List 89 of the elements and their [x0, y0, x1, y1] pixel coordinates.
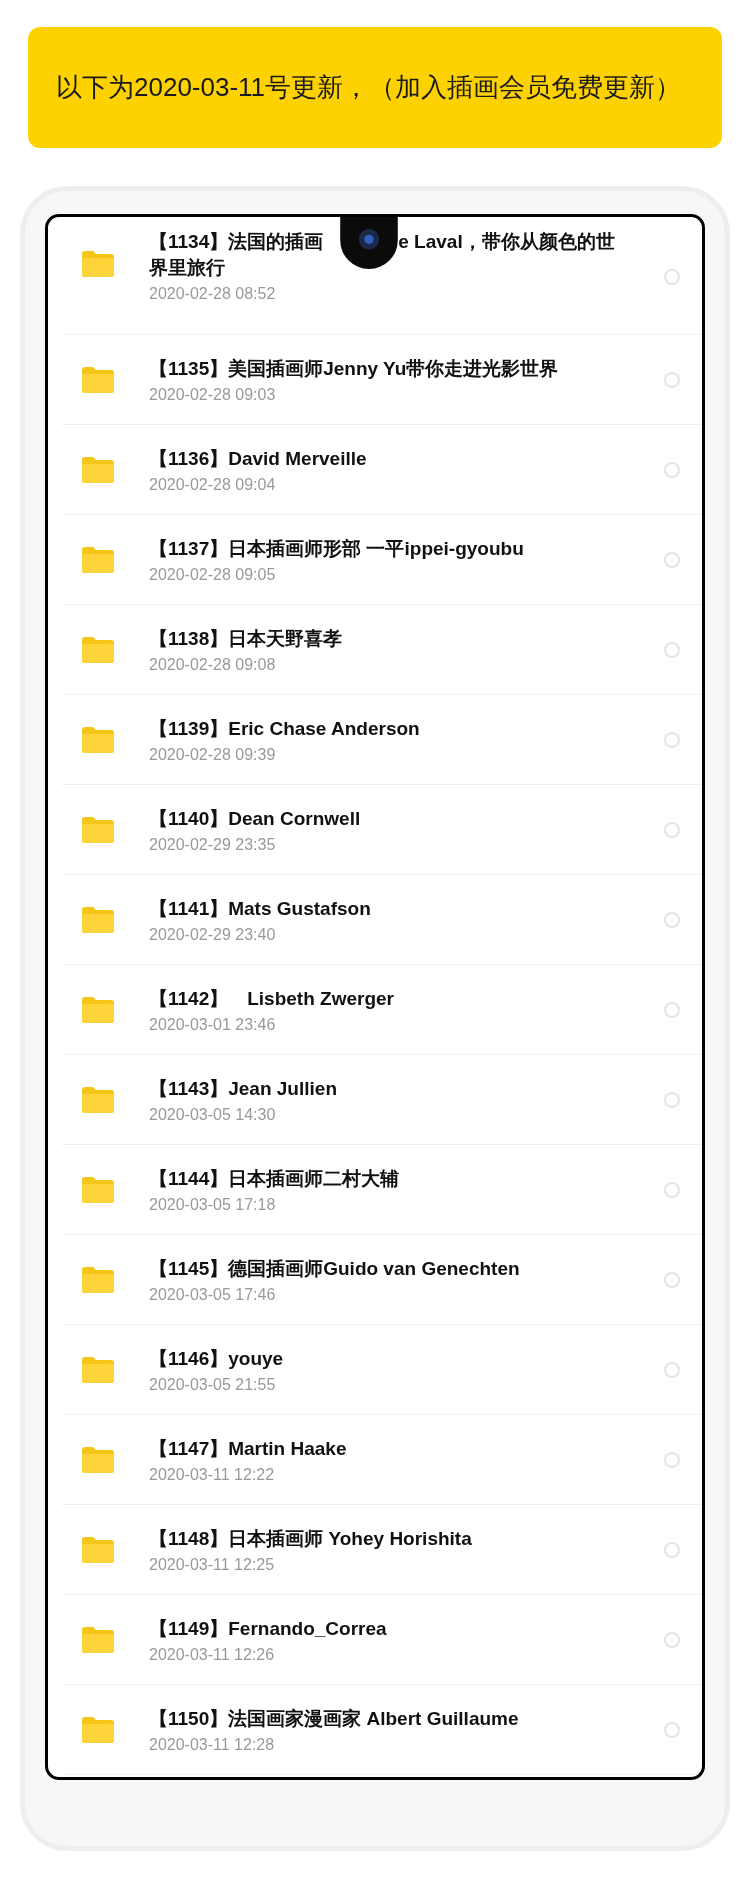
folder-date: 2020-02-28 09:08 [149, 655, 277, 674]
select-radio[interactable] [664, 551, 680, 568]
folder-title: 【1141】Mats Gustafson [149, 896, 371, 921]
folder-icon [82, 1626, 114, 1653]
folder-date: 2020-03-11 12:26 [149, 1645, 276, 1664]
folder-date: 2020-03-05 21:55 [149, 1375, 277, 1394]
select-radio[interactable] [664, 461, 680, 478]
folder-row[interactable]: 【1136】David Merveille 2020-02-28 09:04 [62, 425, 702, 515]
folder-title: 界里旅行 [149, 256, 225, 280]
folder-date: 2020-02-28 09:05 [149, 565, 277, 584]
folder-icon [82, 546, 114, 573]
folder-icon [82, 1176, 114, 1203]
folder-title: 【1145】德国插画师Guido van Genechten [149, 1256, 520, 1281]
folder-row[interactable]: 【1138】日本天野喜孝 2020-02-28 09:08 [62, 605, 702, 695]
folder-title: 【1135】美国插画师Jenny Yu带你走进光影世界 [149, 356, 559, 381]
folder-icon [82, 1536, 114, 1563]
camera-notch [340, 217, 398, 269]
folder-icon [82, 996, 114, 1023]
folder-date: 2020-03-05 17:18 [149, 1195, 277, 1214]
folder-title: 【1137】日本插画师形部 一平ippei-gyoubu [149, 536, 524, 561]
folder-icon [82, 636, 114, 663]
folder-title: 【1146】youye [149, 1346, 284, 1371]
folder-row[interactable]: 【1145】德国插画师Guido van Genechten 2020-03-05 17:46 [62, 1235, 702, 1325]
folder-row[interactable]: 【1149】Fernando_Correa 2020-03-11 12:26 [62, 1595, 702, 1685]
folder-date: 2020-03-05 17:46 [149, 1285, 277, 1304]
folder-date: 2020-02-28 09:04 [149, 475, 277, 494]
select-radio[interactable] [664, 1091, 680, 1108]
select-radio[interactable] [664, 1541, 680, 1558]
folder-title: 【1149】Fernando_Correa [149, 1616, 387, 1641]
folder-title: 【1142】 Lisbeth Zwerger [149, 986, 394, 1011]
select-radio[interactable] [664, 641, 680, 658]
folder-icon [82, 1086, 114, 1113]
folder-title: 【1138】日本天野喜孝 [149, 626, 343, 651]
select-radio[interactable] [664, 1361, 680, 1378]
select-radio[interactable] [664, 821, 680, 838]
folder-icon [82, 456, 114, 483]
folder-title: 【1147】Martin Haake [149, 1436, 347, 1461]
select-radio[interactable] [664, 731, 680, 748]
folder-title: 【1136】David Merveille [149, 446, 367, 471]
folder-row[interactable]: 【1146】youye 2020-03-05 21:55 [62, 1325, 702, 1415]
folder-icon [82, 1266, 114, 1293]
folder-icon [82, 251, 114, 277]
folder-row[interactable]: 【1147】Martin Haake 2020-03-11 12:22 [62, 1415, 702, 1505]
folder-date: 2020-03-01 23:46 [149, 1015, 277, 1034]
select-radio[interactable] [664, 371, 680, 388]
folder-date: 2020-02-28 09:39 [149, 745, 277, 764]
folder-row[interactable]: 【1134】法国的插画 e Laval，带你从颜色的世 界里旅行 2020-02-28 08:52 [62, 223, 702, 335]
folder-row[interactable]: 【1135】美国插画师Jenny Yu带你走进光影世界 2020-02-28 09:03 [62, 335, 702, 425]
folder-row[interactable]: 【1137】日本插画师形部 一平ippei-gyoubu 2020-02-28 09:05 [62, 515, 702, 605]
select-radio[interactable] [664, 911, 680, 928]
folder-title: 【1139】Eric Chase Anderson [149, 716, 420, 741]
folder-date: 2020-03-11 12:25 [149, 1555, 276, 1574]
banner-text: 以下为2020-03-11号更新，（加入插画会员免费更新） [56, 71, 682, 104]
folder-title: e Laval，带你从颜色的世 [398, 230, 615, 254]
folder-title: 【1148】日本插画师 Yohey Horishita [149, 1526, 472, 1551]
select-radio[interactable] [664, 1721, 680, 1738]
folder-row[interactable]: 【1143】Jean Jullien 2020-03-05 14:30 [62, 1055, 702, 1145]
folder-date: 2020-03-11 12:22 [149, 1465, 276, 1484]
folder-title: 【1144】日本插画师二村大辅 [149, 1166, 400, 1191]
select-radio[interactable] [664, 1181, 680, 1198]
folder-title: 【1150】法国画家漫画家 Albert Guillaume [149, 1706, 519, 1731]
folder-date: 2020-02-29 23:40 [149, 925, 277, 944]
folder-title: 【1143】Jean Jullien [149, 1076, 337, 1101]
folder-row[interactable]: 【1144】日本插画师二村大辅 2020-03-05 17:18 [62, 1145, 702, 1235]
folder-icon [82, 1356, 114, 1383]
folder-date: 2020-03-11 12:28 [149, 1735, 276, 1754]
folder-row[interactable]: 【1150】法国画家漫画家 Albert Guillaume 2020-03-11 12:28 [62, 1685, 702, 1775]
select-radio[interactable] [664, 1631, 680, 1648]
folder-date: 2020-02-28 08:52 [149, 285, 277, 303]
select-radio[interactable] [664, 1451, 680, 1468]
folder-row[interactable]: 【1142】 Lisbeth Zwerger 2020-03-01 23:46 [62, 965, 702, 1055]
folder-icon [82, 1716, 114, 1743]
folder-date: 2020-02-29 23:35 [149, 835, 277, 854]
folder-icon [82, 906, 114, 933]
folder-row[interactable]: 【1139】Eric Chase Anderson 2020-02-28 09:39 [62, 695, 702, 785]
select-radio[interactable] [664, 269, 680, 285]
folder-icon [82, 816, 114, 843]
folder-icon [82, 366, 114, 393]
select-radio[interactable] [664, 1271, 680, 1288]
select-radio[interactable] [664, 1001, 680, 1018]
folder-icon [82, 726, 114, 753]
folder-date: 2020-03-05 14:30 [149, 1105, 277, 1124]
folder-row[interactable]: 【1141】Mats Gustafson 2020-02-29 23:40 [62, 875, 702, 965]
folder-title: 【1140】Dean Cornwell [149, 806, 361, 831]
folder-row[interactable]: 【1140】Dean Cornwell 2020-02-29 23:35 [62, 785, 702, 875]
folder-date: 2020-02-28 09:03 [149, 385, 277, 404]
folder-row[interactable]: 【1148】日本插画师 Yohey Horishita 2020-03-11 12:25 [62, 1505, 702, 1595]
folder-title: 【1134】法国的插画 [149, 230, 324, 254]
folder-icon [82, 1446, 114, 1473]
